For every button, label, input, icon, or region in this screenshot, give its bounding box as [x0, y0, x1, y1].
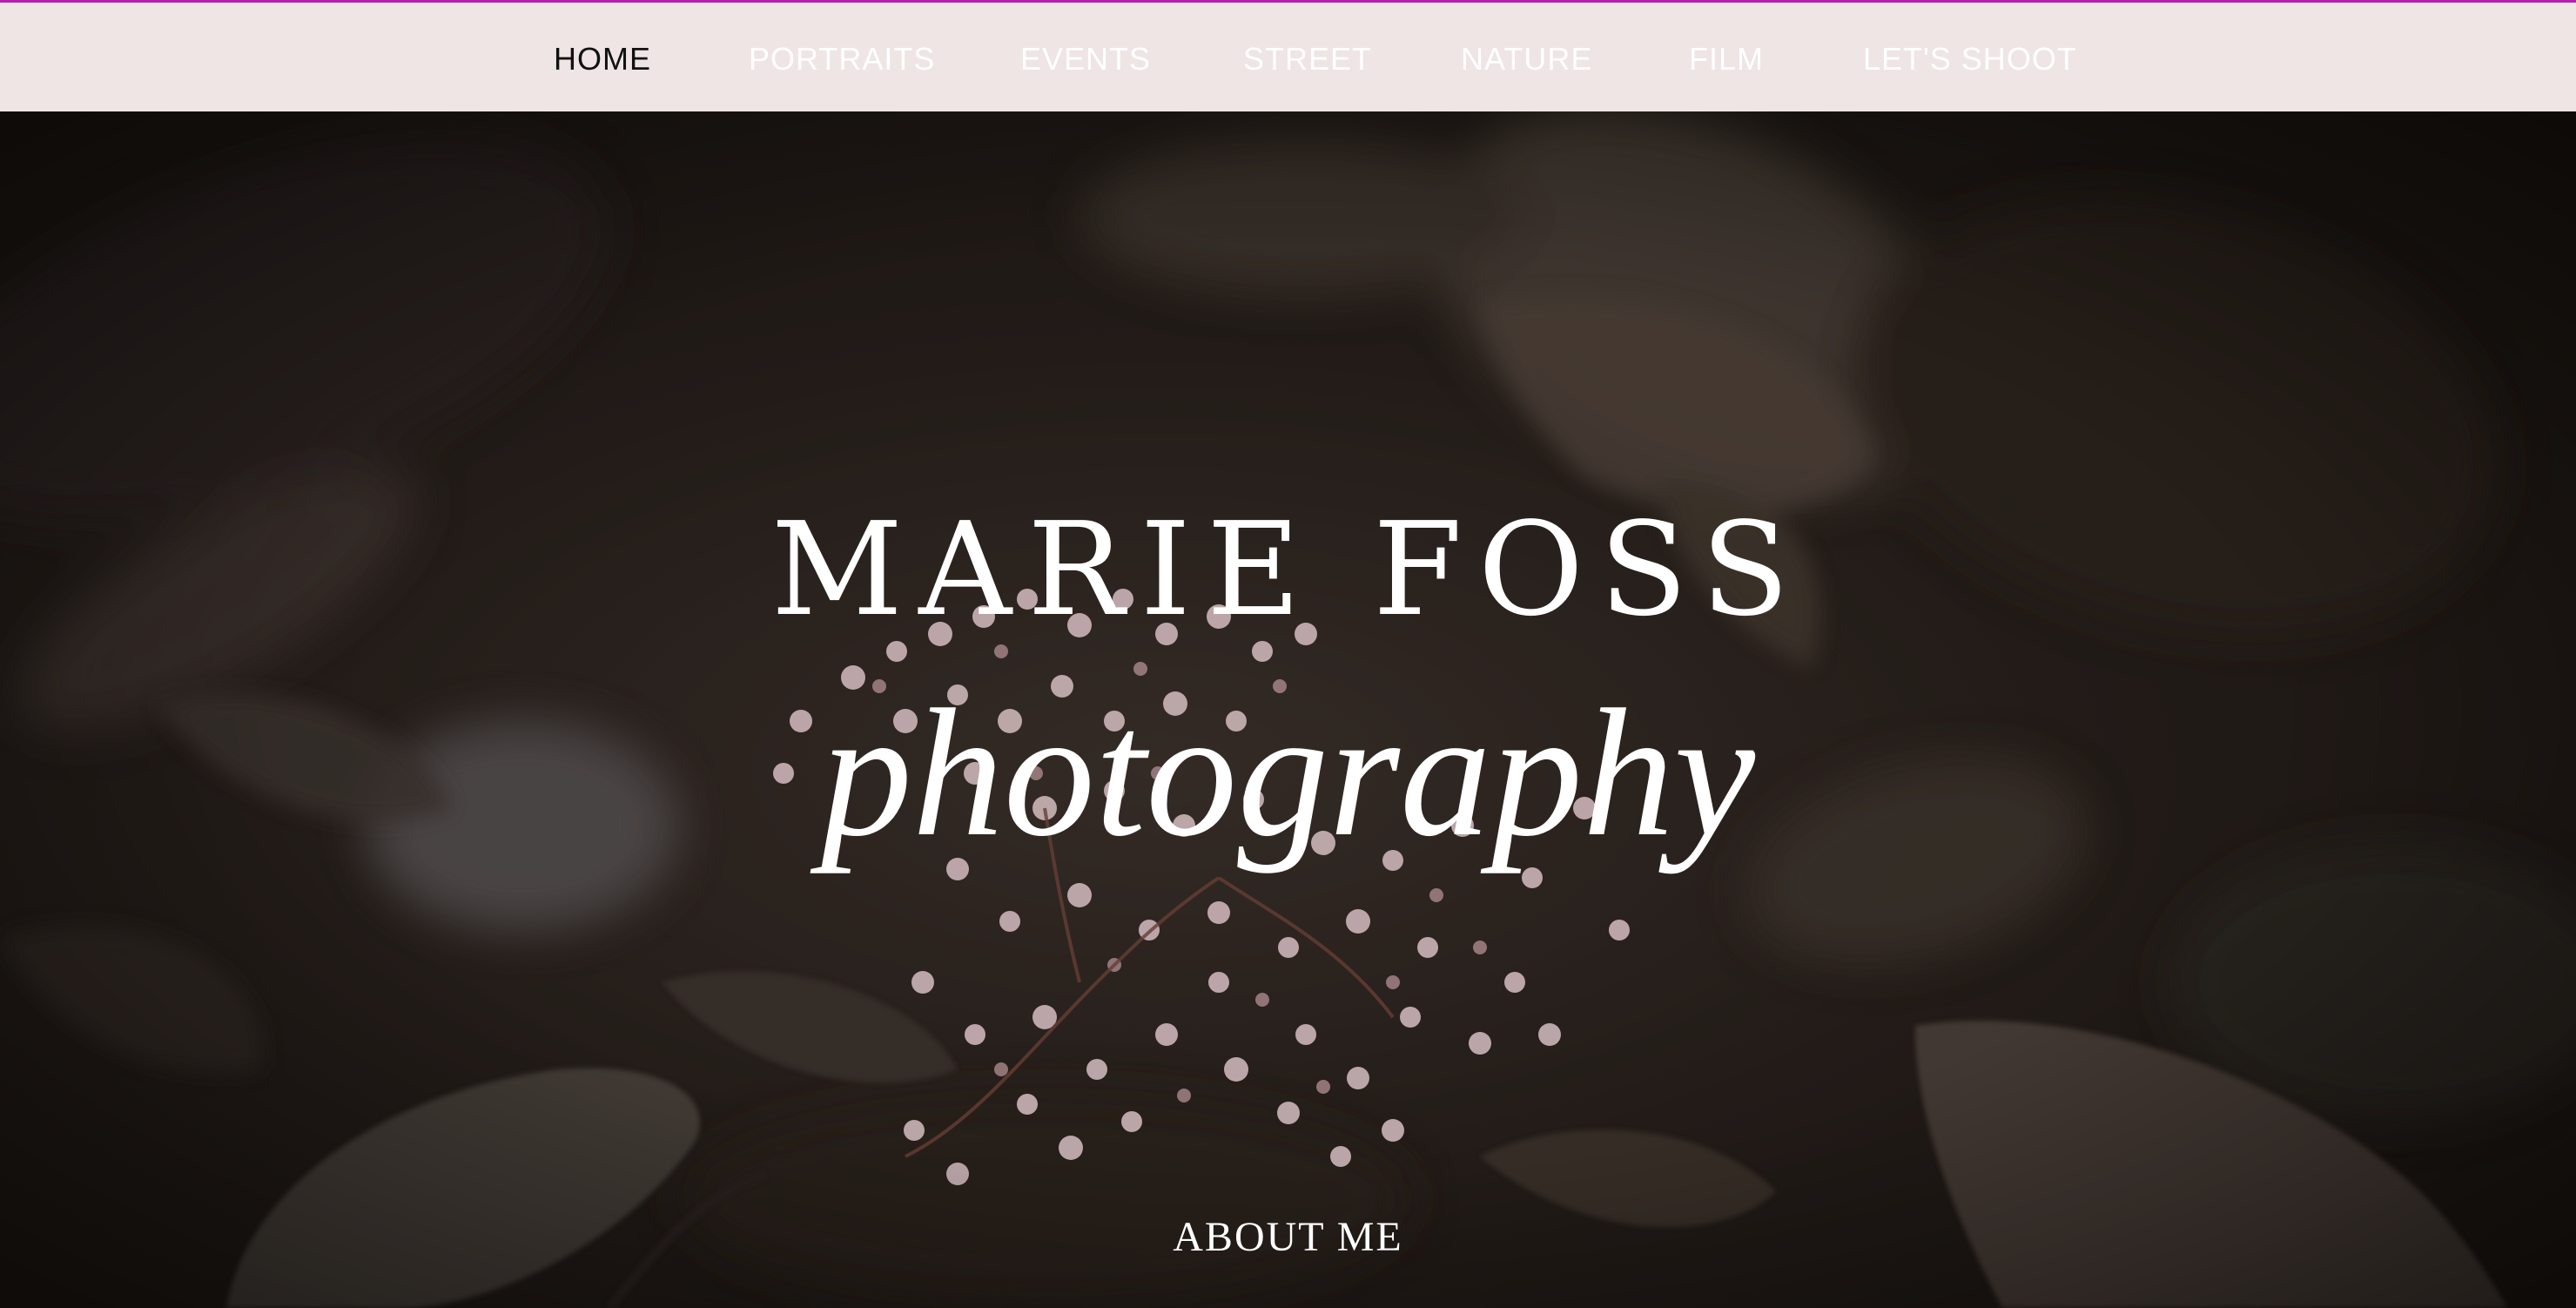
about-me-link-wrapper: ABOUT ME — [0, 1213, 2576, 1261]
nav-item-nature[interactable]: NATURE — [1461, 41, 1592, 78]
nav-item-portraits[interactable]: PORTRAITS — [749, 41, 935, 78]
nav-item-street[interactable]: STREET — [1243, 41, 1372, 78]
nav-item-film[interactable]: FILM — [1689, 41, 1764, 78]
nav-item-lets-shoot[interactable]: LET'S SHOOT — [1863, 41, 2077, 78]
nav-item-home[interactable]: HOME — [554, 41, 651, 78]
page: HOME PORTRAITS EVENTS STREET NATURE FILM… — [0, 0, 2576, 1308]
top-navigation: HOME PORTRAITS EVENTS STREET NATURE FILM… — [0, 3, 2576, 111]
site-title: MARIE FOSS — [770, 495, 1806, 644]
site-subtitle: photography — [820, 672, 1756, 874]
hero-section: MARIE FOSS photography ABOUT ME — [0, 111, 2576, 1308]
about-me-link[interactable]: ABOUT ME — [1173, 1214, 1402, 1260]
nav-item-events[interactable]: EVENTS — [1020, 41, 1151, 78]
